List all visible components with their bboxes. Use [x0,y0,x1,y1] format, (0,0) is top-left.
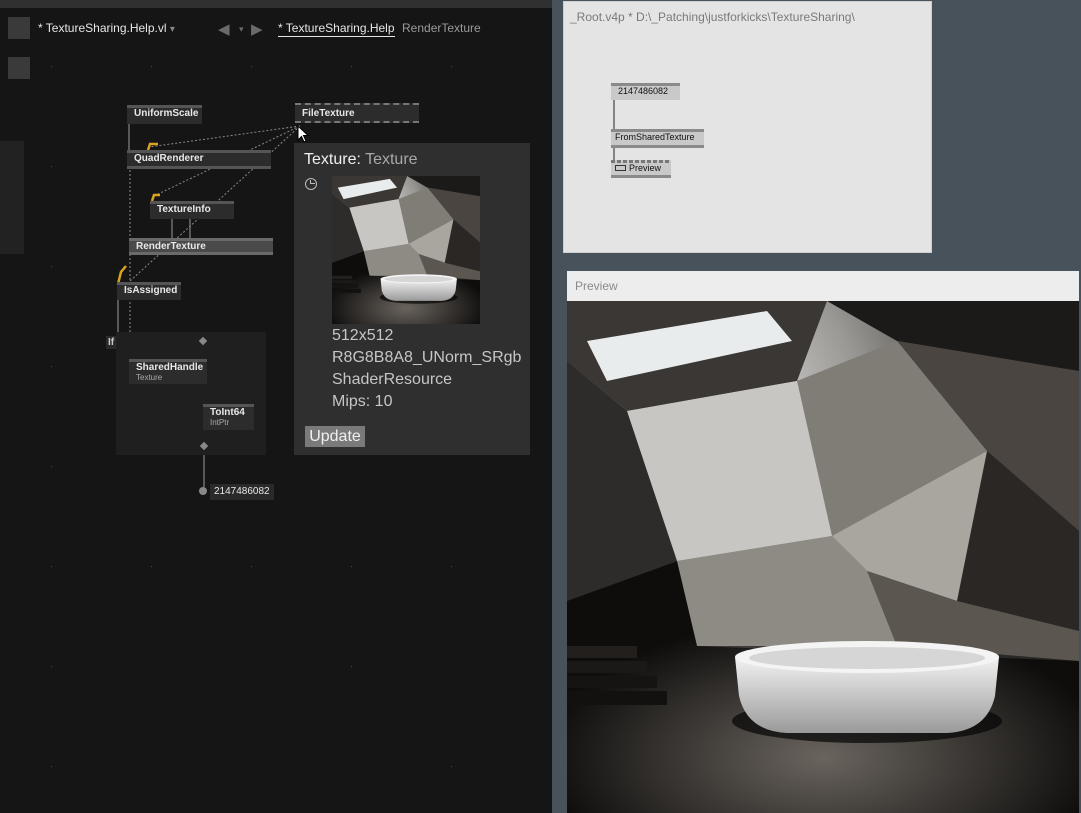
node-textureinfo[interactable]: TextureInfo [150,201,234,219]
node-pins [127,166,271,169]
output-iobox-value: 2147486082 [214,486,270,497]
root-patch-links [613,98,615,161]
if-region-label: If [106,336,117,349]
node-rendertexture[interactable]: RenderTexture [129,238,273,255]
tooltip-format: R8G8B8A8_UNorm_SRgb [332,349,522,366]
node-fromsharedtexture-label: FromSharedTexture [615,132,695,142]
node-quadrenderer[interactable]: QuadRenderer [127,150,271,169]
update-button[interactable]: Update [305,426,365,447]
tooltip-mips: Mips: 10 [332,393,393,410]
node-filetexture[interactable]: FileTexture [295,103,419,123]
node-rendertexture-label: RenderTexture [136,241,206,252]
node-pins [150,201,234,204]
node-quadrenderer-label: QuadRenderer [134,153,204,164]
tooltip-title: Texture: Texture [304,151,418,169]
tooltip-pin-name: Texture [304,151,357,168]
tooltip-separator: : [356,151,361,168]
root-iobox[interactable]: 2147486082 [611,83,680,100]
node-fromsharedtexture[interactable]: FromSharedTexture [611,129,704,148]
node-pins [611,175,671,178]
node-toint64-type: IntPtr [210,418,230,427]
node-pins [117,282,181,285]
tooltip-binding: ShaderResource [332,371,453,388]
node-pins [129,359,207,362]
node-pins [129,252,273,255]
node-pins [611,129,704,132]
node-filetexture-label: FileTexture [302,108,355,119]
root-iobox-value: 2147486082 [618,86,669,96]
preview-window: Preview [567,271,1079,813]
node-pins [203,404,254,407]
node-pins [127,105,202,108]
output-iobox[interactable]: 2147486082 [210,484,274,500]
node-preview-label: Preview [629,163,662,173]
if-region[interactable] [116,332,266,455]
rendered-scene-image [567,301,1079,813]
node-sharedhandle[interactable]: SharedHandle Texture [129,359,207,384]
preview-render-output [567,301,1079,813]
node-sharedhandle-type: Texture [136,373,163,382]
node-pins [611,145,704,148]
node-uniformscale-label: UniformScale [134,108,199,119]
node-sharedhandle-label: SharedHandle [136,362,204,373]
mouse-cursor-icon [297,125,310,143]
output-pin-icon[interactable] [199,487,207,495]
preview-title: Preview [575,279,618,293]
root-patch-window: _Root.v4p * D:\_Patching\justforkicks\Te… [563,1,932,253]
node-pins [129,238,273,241]
node-toint64[interactable]: ToInt64 IntPtr [203,404,254,430]
node-pins [611,160,671,163]
node-toint64-label: ToInt64 [210,407,245,418]
node-preview[interactable]: Preview [611,160,671,178]
tooltip-size: 512x512 [332,327,394,344]
pin-tooltip: Texture: Texture 512x512 R8G8B8A8_UNorm_… [294,143,530,455]
clock-icon [305,178,317,190]
node-uniformscale[interactable]: UniformScale [127,105,202,124]
node-pins [127,150,271,153]
tooltip-pin-type: Texture [365,151,418,168]
vl-editor-window: * TextureSharing.Help.vl ▾ ◀ ▾ ▶ * Textu… [0,0,553,813]
texture-thumbnail-image [332,176,480,324]
node-isassigned-label: IsAssigned [124,285,178,296]
texture-thumbnail [332,176,480,324]
window-icon [615,165,626,171]
node-textureinfo-label: TextureInfo [157,204,211,215]
node-isassigned[interactable]: IsAssigned [117,282,181,300]
